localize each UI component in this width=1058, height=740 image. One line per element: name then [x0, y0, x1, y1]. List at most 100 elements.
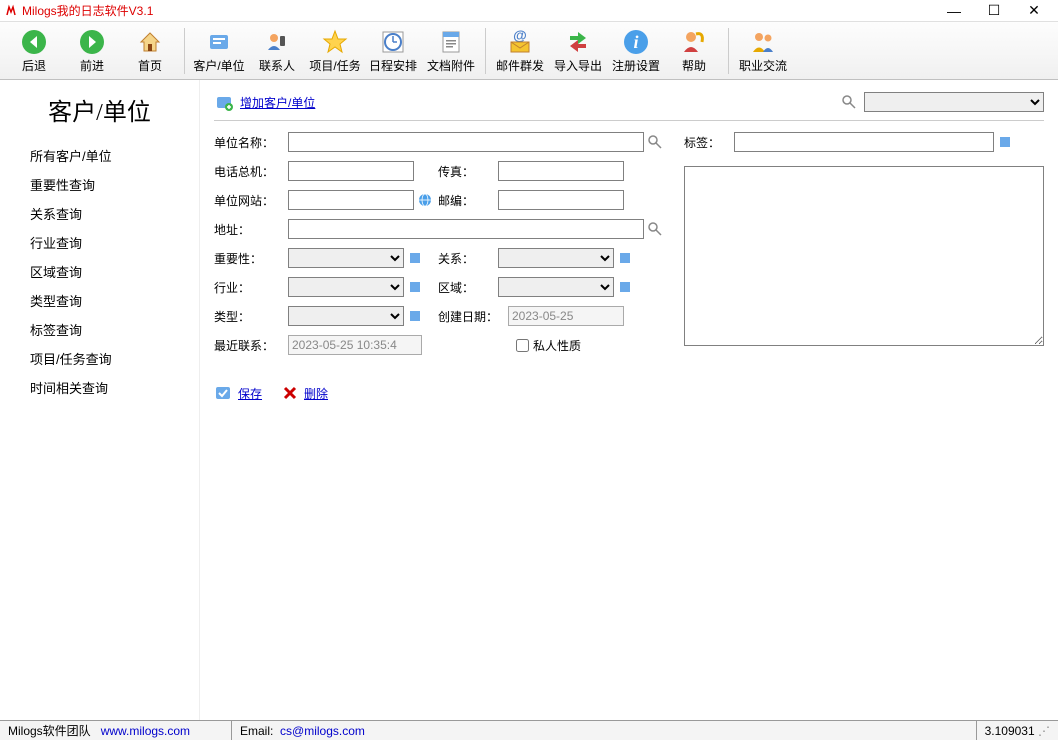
home-label: 首页	[138, 57, 162, 74]
add-client-link[interactable]: 增加客户/单位	[240, 94, 315, 111]
status-team: Milogs软件团队	[8, 722, 91, 739]
maximize-button[interactable]: ☐	[974, 1, 1014, 21]
edit-icon[interactable]	[406, 278, 424, 296]
sidebar-list: 所有客户/单位 重要性查询 关系查询 行业查询 区域查询 类型查询 标签查询 项…	[0, 141, 199, 402]
schedule-button[interactable]: 日程安排	[365, 25, 421, 77]
status-version: 3.109031	[985, 724, 1035, 738]
edit-icon[interactable]	[406, 307, 424, 325]
postcode-input[interactable]	[498, 190, 624, 210]
delete-link[interactable]: 删除	[304, 385, 328, 402]
address-label: 地址：	[214, 221, 288, 238]
sidebar-item-relation[interactable]: 关系查询	[30, 199, 185, 228]
search-icon[interactable]	[646, 220, 664, 238]
home-button[interactable]: 首页	[122, 25, 178, 77]
edit-icon[interactable]	[996, 133, 1014, 151]
info-icon: i	[621, 27, 651, 57]
type-select[interactable]	[288, 306, 404, 326]
svg-text:@: @	[513, 28, 527, 43]
importance-label: 重要性：	[214, 250, 288, 267]
save-link[interactable]: 保存	[238, 385, 262, 402]
tag-label: 标签：	[684, 134, 734, 151]
sidebar-item-time[interactable]: 时间相关查询	[30, 373, 185, 402]
close-button[interactable]: ✕	[1014, 1, 1054, 21]
search-select[interactable]	[864, 92, 1044, 112]
fax-label: 传真：	[438, 163, 498, 180]
main-panel: 增加客户/单位 单位名称： 电话总机： 传真：	[200, 80, 1058, 720]
sidebar-item-project[interactable]: 项目/任务查询	[30, 344, 185, 373]
minimize-button[interactable]: —	[934, 1, 974, 21]
website-input[interactable]	[288, 190, 414, 210]
contact-label: 联系人	[259, 57, 295, 74]
contact-icon	[262, 27, 292, 57]
project-button[interactable]: 项目/任务	[307, 25, 363, 77]
industry-label: 行业：	[214, 279, 288, 296]
address-input[interactable]	[288, 219, 644, 239]
edit-icon[interactable]	[406, 249, 424, 267]
forward-label: 前进	[80, 57, 104, 74]
industry-select[interactable]	[288, 277, 404, 297]
sidebar-item-importance[interactable]: 重要性查询	[30, 170, 185, 199]
importexport-label: 导入导出	[554, 57, 602, 74]
docs-button[interactable]: 文档附件	[423, 25, 479, 77]
last-contact-field	[288, 335, 422, 355]
sidebar-item-all[interactable]: 所有客户/单位	[30, 141, 185, 170]
search-icon[interactable]	[840, 93, 858, 111]
phone-input[interactable]	[288, 161, 414, 181]
edit-icon[interactable]	[616, 249, 634, 267]
social-button[interactable]: 职业交流	[735, 25, 791, 77]
titlebar: Milogs我的日志软件V3.1 — ☐ ✕	[0, 0, 1058, 22]
sidebar: 客户/单位 所有客户/单位 重要性查询 关系查询 行业查询 区域查询 类型查询 …	[0, 80, 200, 720]
contact-button[interactable]: 联系人	[249, 25, 305, 77]
help-button[interactable]: 帮助	[666, 25, 722, 77]
create-date-field	[508, 306, 624, 326]
toolbar-separator	[485, 28, 486, 74]
unit-name-input[interactable]	[288, 132, 644, 152]
divider	[214, 120, 1044, 121]
relation-select[interactable]	[498, 248, 614, 268]
back-icon	[19, 27, 49, 57]
docs-label: 文档附件	[427, 57, 475, 74]
register-button[interactable]: i 注册设置	[608, 25, 664, 77]
status-url[interactable]: www.milogs.com	[101, 724, 190, 738]
area-select[interactable]	[498, 277, 614, 297]
toolbar-separator	[728, 28, 729, 74]
register-label: 注册设置	[612, 57, 660, 74]
clock-icon	[378, 27, 408, 57]
tag-input[interactable]	[734, 132, 994, 152]
private-label: 私人性质	[533, 337, 581, 354]
mail-icon: @	[505, 27, 535, 57]
private-checkbox[interactable]	[516, 339, 529, 352]
window-title: Milogs我的日志软件V3.1	[22, 2, 934, 19]
create-date-label: 创建日期：	[438, 308, 508, 325]
statusbar: Milogs软件团队 www.milogs.com Email: cs@milo…	[0, 720, 1058, 740]
globe-icon[interactable]	[416, 191, 434, 209]
back-button[interactable]: 后退	[6, 25, 62, 77]
sidebar-item-tag[interactable]: 标签查询	[30, 315, 185, 344]
client-button[interactable]: 客户/单位	[191, 25, 247, 77]
social-label: 职业交流	[739, 57, 787, 74]
mail-button[interactable]: @ 邮件群发	[492, 25, 548, 77]
status-email[interactable]: cs@milogs.com	[280, 724, 365, 738]
sidebar-item-industry[interactable]: 行业查询	[30, 228, 185, 257]
importance-select[interactable]	[288, 248, 404, 268]
project-label: 项目/任务	[309, 57, 360, 74]
schedule-label: 日程安排	[369, 57, 417, 74]
phone-label: 电话总机：	[214, 163, 288, 180]
doc-icon	[436, 27, 466, 57]
postcode-label: 邮编：	[438, 192, 498, 209]
client-icon	[204, 27, 234, 57]
forward-button[interactable]: 前进	[64, 25, 120, 77]
last-contact-label: 最近联系：	[214, 337, 288, 354]
sidebar-item-type[interactable]: 类型查询	[30, 286, 185, 315]
client-label: 客户/单位	[193, 57, 244, 74]
area-label: 区域：	[438, 279, 498, 296]
import-export-icon	[563, 27, 593, 57]
sidebar-item-area[interactable]: 区域查询	[30, 257, 185, 286]
importexport-button[interactable]: 导入导出	[550, 25, 606, 77]
resize-grip-icon[interactable]: ⋰	[1038, 724, 1050, 738]
fax-input[interactable]	[498, 161, 624, 181]
search-icon[interactable]	[646, 133, 664, 151]
edit-icon[interactable]	[616, 278, 634, 296]
notes-textarea[interactable]	[684, 166, 1044, 346]
status-email-label: Email:	[240, 724, 273, 738]
